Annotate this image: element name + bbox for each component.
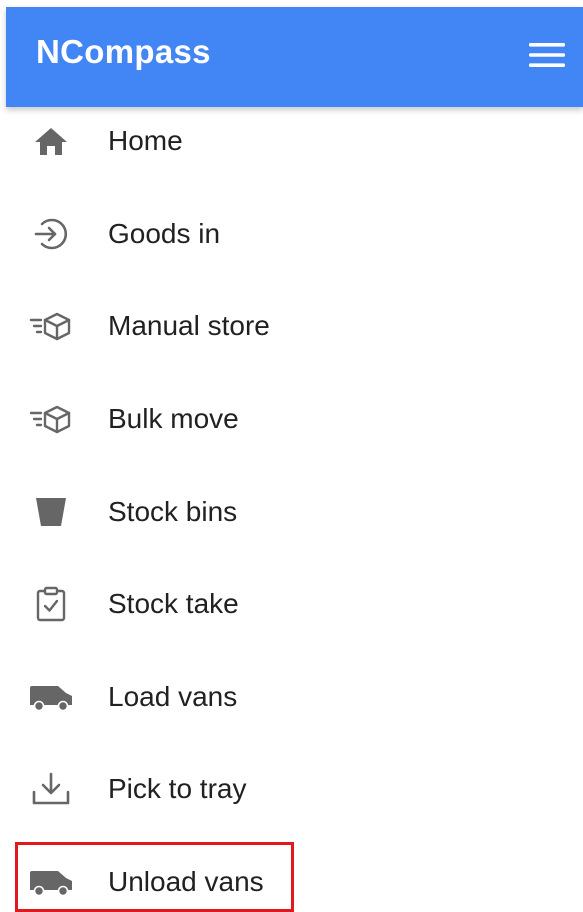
menu-item-label: Bulk move	[108, 403, 239, 434]
home-icon	[28, 121, 74, 161]
hamburger-menu-button[interactable]	[525, 37, 569, 73]
van-icon	[28, 677, 74, 717]
menu-item-label: Home	[108, 125, 183, 156]
menu-item-label: Pick to tray	[108, 773, 247, 804]
hamburger-menu-icon	[529, 43, 565, 67]
menu-item-unload-vans[interactable]: Unload vans	[0, 836, 583, 912]
fast-box-icon	[28, 306, 74, 346]
menu-item-label: Stock bins	[108, 496, 238, 527]
menu-item-manual-store[interactable]: Manual store	[0, 280, 583, 372]
menu-item-bulk-move[interactable]: Bulk move	[0, 373, 583, 465]
menu-item-label: Unload vans	[108, 866, 264, 897]
login-arrow-icon	[28, 214, 74, 254]
menu-item-home[interactable]: Home	[0, 95, 583, 187]
clipboard-check-icon	[28, 584, 74, 624]
download-tray-icon	[28, 769, 74, 809]
van-icon	[28, 862, 74, 902]
app-title: NCompass	[36, 33, 211, 70]
fast-box-icon	[28, 399, 74, 439]
menu-item-label: Stock take	[108, 588, 239, 619]
menu-item-stock-take[interactable]: Stock take	[0, 558, 583, 650]
menu-item-label: Load vans	[108, 681, 238, 712]
app-screen: NCompass Home Goods in Manual store Bulk…	[0, 0, 583, 912]
bin-icon	[28, 492, 74, 532]
app-bar: NCompass	[6, 7, 583, 107]
menu-item-stock-bins[interactable]: Stock bins	[0, 466, 583, 558]
menu-item-load-vans[interactable]: Load vans	[0, 651, 583, 743]
menu-item-pick-to-tray[interactable]: Pick to tray	[0, 743, 583, 835]
menu-item-goods-in[interactable]: Goods in	[0, 188, 583, 280]
menu-item-label: Goods in	[108, 218, 221, 249]
menu-item-label: Manual store	[108, 310, 270, 341]
